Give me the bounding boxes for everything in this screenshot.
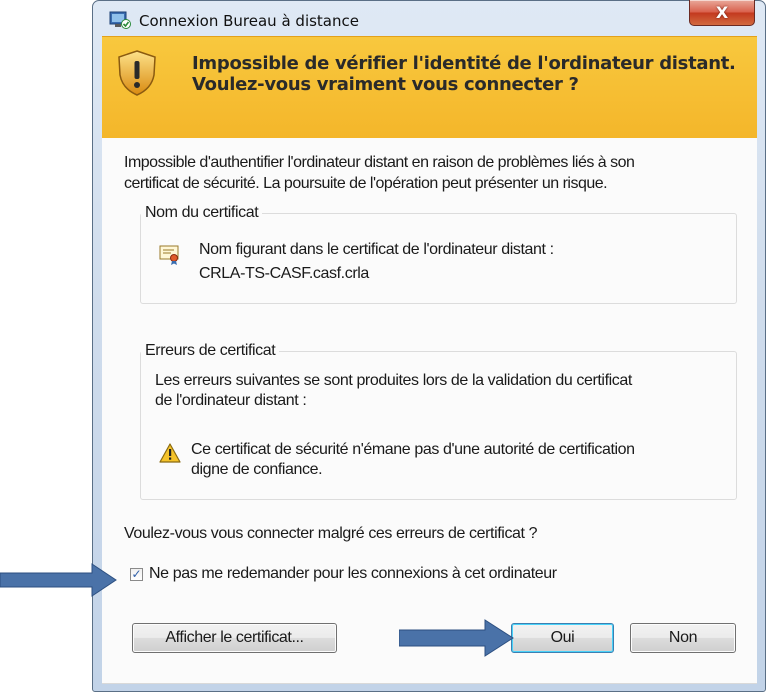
intro-line-1: Impossible d'authentifier l'ordinateur d…: [124, 154, 635, 171]
certificate-name-value: CRLA-TS-CASF.casf.crla: [199, 265, 369, 282]
yes-button[interactable]: Oui: [511, 623, 614, 653]
shield-warning-icon: [118, 50, 156, 96]
warning-icon: [159, 443, 181, 463]
certificate-errors-legend: Erreurs de certificat: [145, 342, 276, 359]
remote-desktop-icon: [109, 11, 131, 29]
certificate-name-group: Nom du certificat Nom figurant dans le c…: [140, 204, 737, 304]
no-button[interactable]: Non: [630, 623, 736, 653]
dont-ask-again-label[interactable]: Ne pas me redemander pour les connexions…: [149, 565, 557, 583]
arrow-to-yes-button-icon: [399, 619, 514, 657]
certificate-name-legend: Nom du certificat: [145, 204, 259, 221]
certificate-error-item: Ce certificat de sécurité n'émane pas d'…: [191, 440, 736, 480]
window-title: Connexion Bureau à distance: [139, 12, 359, 30]
banner-line-1: Impossible de vérifier l'identité de l'o…: [192, 53, 736, 74]
checkmark-icon: ✓: [131, 567, 142, 581]
dont-ask-again-checkbox[interactable]: ✓: [130, 567, 143, 581]
banner-line-2: Voulez-vous vraiment vous connecter ?: [192, 74, 579, 95]
connect-question: Voulez-vous vous connecter malgré ces er…: [124, 525, 538, 542]
close-icon: X: [715, 3, 729, 22]
intro-line-2: certificat de sécurité. La poursuite de …: [124, 175, 608, 192]
error-line-1: Ce certificat de sécurité n'émane pas d'…: [191, 441, 635, 458]
certificate-errors-intro: Les erreurs suivantes se sont produites …: [155, 371, 730, 411]
arrow-to-checkbox-icon: [0, 563, 117, 597]
dont-ask-again-option[interactable]: ✓ Ne pas me redemander pour les connexio…: [130, 565, 557, 583]
errors-intro-line-1: Les erreurs suivantes se sont produites …: [155, 372, 632, 389]
intro-text: Impossible d'authentifier l'ordinateur d…: [124, 152, 764, 194]
banner-heading: Impossible de vérifier l'identité de l'o…: [192, 53, 736, 95]
view-certificate-button[interactable]: Afficher le certificat...: [132, 623, 337, 653]
title-bar[interactable]: Connexion Bureau à distance X: [93, 0, 765, 35]
dialog-content: Impossible d'authentifier l'ordinateur d…: [102, 138, 757, 684]
certificate-name-label: Nom figurant dans le certificat de l'ord…: [199, 241, 554, 258]
errors-intro-line-2: de l'ordinateur distant :: [155, 392, 307, 409]
certificate-icon: [159, 245, 179, 265]
certificate-name-text: Nom figurant dans le certificat de l'ord…: [199, 238, 554, 286]
warning-banner: Impossible de vérifier l'identité de l'o…: [102, 36, 757, 139]
error-line-2: digne de confiance.: [191, 461, 323, 478]
close-button[interactable]: X: [689, 0, 755, 26]
certificate-errors-group: Erreurs de certificat Les erreurs suivan…: [140, 342, 737, 500]
dialog-window: Connexion Bureau à distance X Impossible…: [92, 0, 766, 692]
